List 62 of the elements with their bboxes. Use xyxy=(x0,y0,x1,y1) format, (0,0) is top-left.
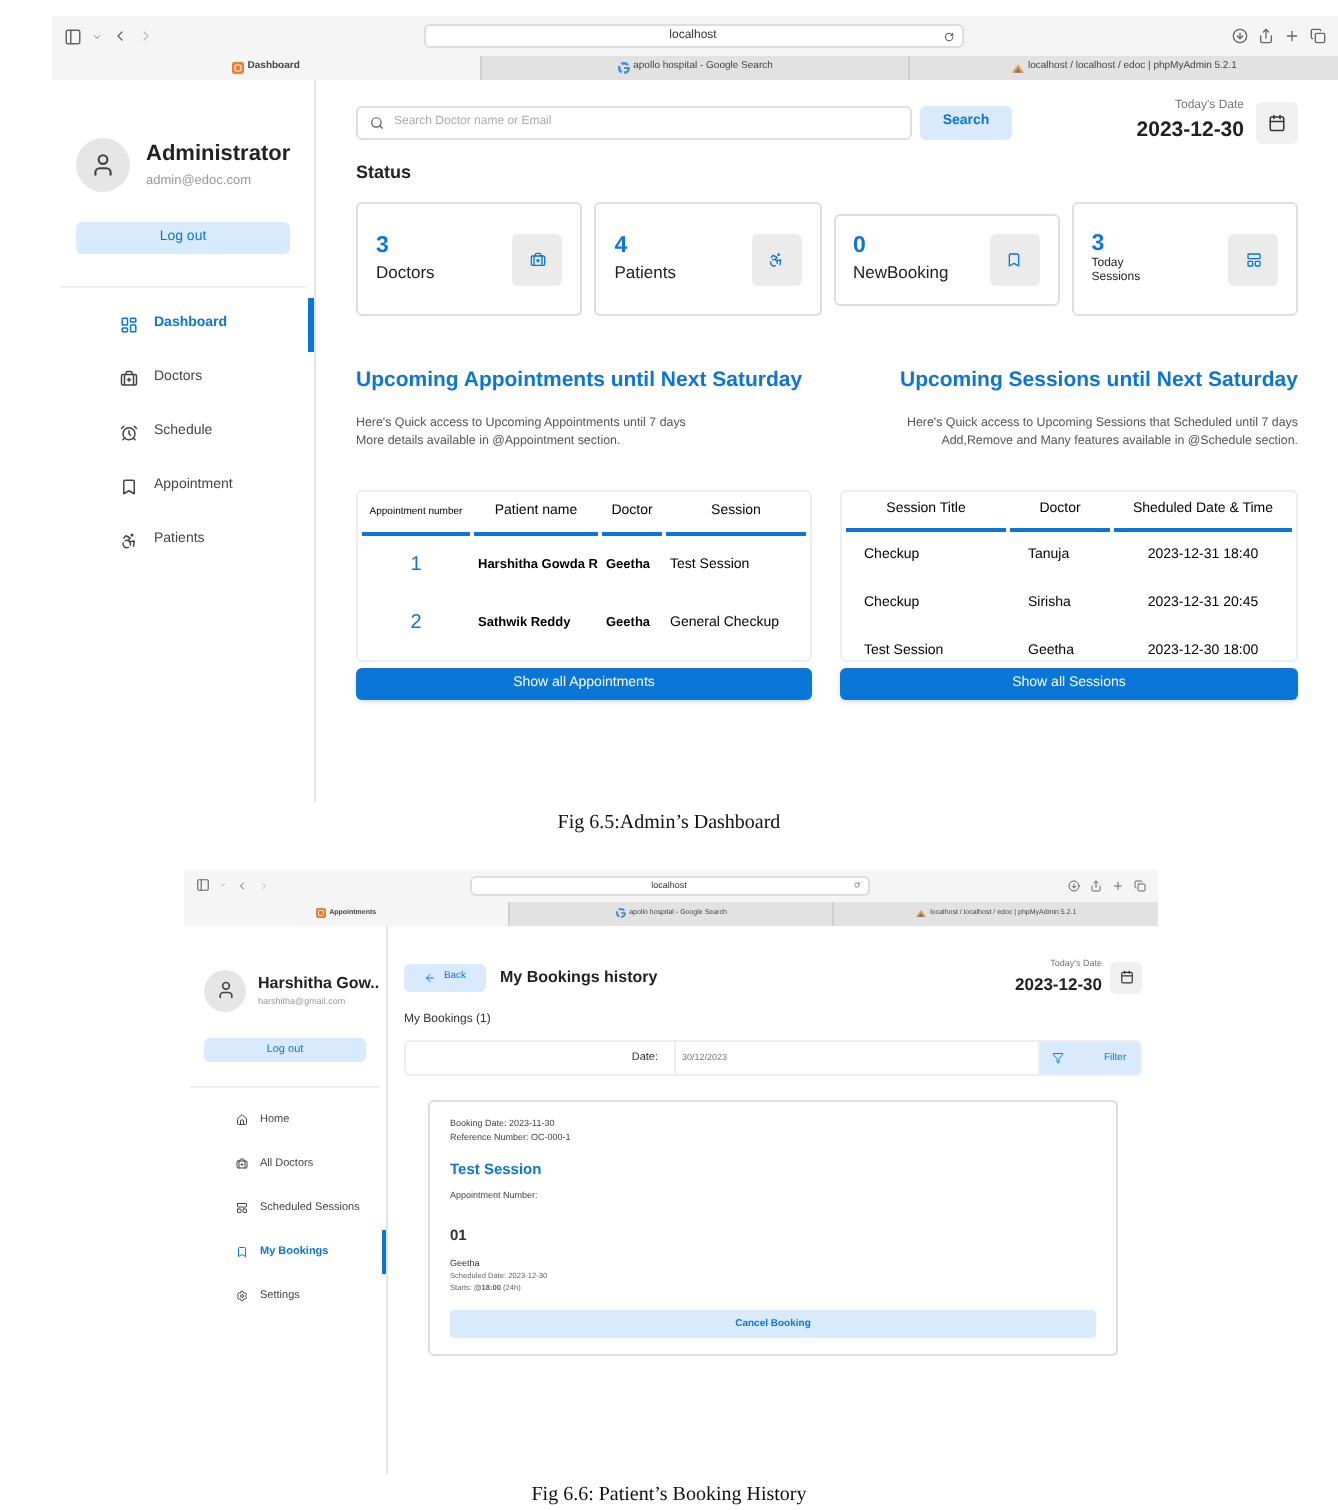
download-icon[interactable] xyxy=(1068,879,1080,892)
tabs-overview-icon[interactable] xyxy=(1310,28,1326,44)
section-heading: Upcoming Sessions until Next Saturday xyxy=(898,366,1298,397)
stat-label: Doctors xyxy=(376,259,435,286)
tab-favicon-icon xyxy=(617,62,630,74)
status-heading: Status xyxy=(356,159,414,186)
figure-caption: Fig 6.6: Patient’s Booking History xyxy=(529,1482,809,1510)
calendar-icon xyxy=(1119,970,1133,985)
arrow-left-icon xyxy=(423,971,436,984)
tab-favicon-icon xyxy=(1011,62,1024,74)
download-icon[interactable] xyxy=(1232,28,1248,44)
tabs-overview-icon[interactable] xyxy=(1134,879,1146,892)
reload-icon[interactable] xyxy=(943,31,953,41)
bookmark-icon xyxy=(236,1245,248,1258)
reload-icon[interactable] xyxy=(853,882,859,889)
stat-value: 4 xyxy=(614,233,630,260)
user-name: Harshitha Gow.. xyxy=(258,972,380,996)
medical-bag-icon xyxy=(120,370,138,388)
page-title: My Bookings history xyxy=(500,965,658,990)
medical-bag-icon xyxy=(529,251,546,268)
section-heading: Upcoming Appointments until Next Saturday xyxy=(356,366,805,397)
user-name: Administrator xyxy=(146,140,291,171)
today-date: 2023-12-30 xyxy=(1015,971,1102,997)
medical-bag-icon xyxy=(236,1157,248,1170)
wheelchair-icon xyxy=(768,251,784,268)
calendar-icon xyxy=(1268,113,1286,132)
table-cell-text: 1 xyxy=(408,551,424,579)
stat-label: Patients xyxy=(614,259,676,286)
back-icon[interactable] xyxy=(112,28,128,44)
settings-icon xyxy=(236,1289,248,1302)
alarm-clock-icon xyxy=(120,424,138,442)
bookmark-icon xyxy=(1006,252,1023,269)
figure-caption: Fig 6.5:Admin’s Dashboard xyxy=(555,809,783,838)
search-icon xyxy=(370,115,384,130)
tab-favicon-icon xyxy=(916,908,927,919)
stat-value: 3 xyxy=(376,233,391,260)
today-date: 2023-12-30 xyxy=(1136,116,1244,146)
new-tab-icon[interactable] xyxy=(1284,28,1300,44)
stat-value: 0 xyxy=(853,234,868,261)
sidebar-toggle-icon[interactable] xyxy=(64,27,82,45)
filter-icon xyxy=(1052,1052,1064,1065)
stat-label: NewBooking xyxy=(853,260,949,287)
share-icon[interactable] xyxy=(1090,879,1102,892)
tab-favicon-icon xyxy=(615,908,626,919)
user-icon xyxy=(215,980,235,1001)
caret-icon[interactable] xyxy=(92,31,102,41)
bookmark-icon xyxy=(120,478,138,496)
panel-icon xyxy=(236,1201,248,1214)
panel-icon xyxy=(1245,251,1261,268)
new-tab-icon[interactable] xyxy=(1112,879,1124,892)
tab-favicon-icon xyxy=(231,62,244,74)
wheelchair-icon xyxy=(120,532,138,550)
sidebar-toggle-icon[interactable] xyxy=(196,878,210,893)
calendar-button[interactable] xyxy=(1110,961,1142,994)
share-icon[interactable] xyxy=(1258,28,1274,44)
user-icon xyxy=(90,152,116,178)
stat-value: 3 xyxy=(1091,232,1107,257)
table-cell-text: 2 xyxy=(408,609,424,637)
tab-favicon-icon xyxy=(315,908,326,919)
dashboard-icon xyxy=(120,316,138,334)
calendar-button[interactable] xyxy=(1256,101,1298,144)
house-icon xyxy=(236,1113,248,1126)
